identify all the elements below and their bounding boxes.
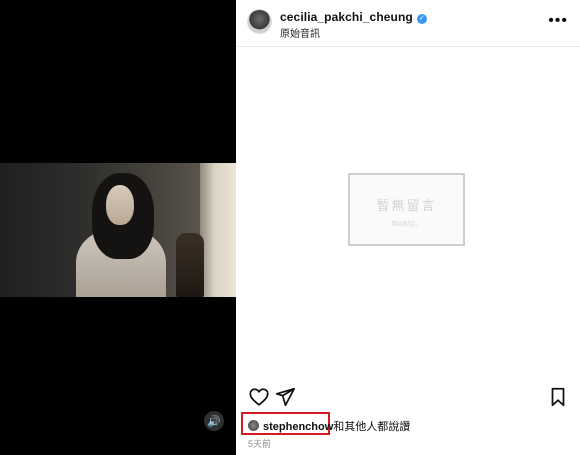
verified-icon: ✓ (416, 14, 427, 24)
photo-wall (200, 163, 236, 297)
heart-icon[interactable] (248, 386, 270, 413)
liker-avatar[interactable] (248, 420, 259, 431)
post-side-panel: cecilia_pakchi_cheung ✓ 原始音訊 ••• 暫無留言 開始對… (236, 0, 580, 455)
bookmark-icon[interactable] (548, 386, 568, 413)
share-icon[interactable] (274, 386, 296, 413)
placeholder-title: 暫無留言 (376, 198, 437, 213)
liker-username[interactable]: stephenchow (263, 421, 333, 433)
audio-label[interactable]: 原始音訊 (280, 25, 320, 40)
likes-rest-text[interactable]: 和其他人都說讚 (333, 421, 410, 433)
sound-icon[interactable]: 🔊 (204, 411, 224, 431)
post-header: cecilia_pakchi_cheung ✓ 原始音訊 ••• (236, 0, 580, 47)
post-timestamp[interactable]: 5天前 (248, 437, 271, 450)
media-viewer[interactable]: 🔊 (0, 0, 236, 455)
photo-person-face (106, 185, 134, 225)
more-icon[interactable]: ••• (548, 12, 568, 30)
placeholder-subtitle: 開始對話。 (391, 222, 422, 228)
post-photo[interactable] (0, 163, 236, 297)
comment-placeholder: 暫無留言 開始對話。 (348, 173, 465, 246)
username-link[interactable]: cecilia_pakchi_cheung ✓ (280, 10, 427, 24)
username-text[interactable]: cecilia_pakchi_cheung (280, 10, 413, 24)
avatar[interactable] (247, 9, 272, 34)
action-bar (236, 386, 580, 410)
photo-chair (176, 233, 204, 297)
likes-summary[interactable]: stephenchow和其他人都說讚 (248, 418, 410, 434)
